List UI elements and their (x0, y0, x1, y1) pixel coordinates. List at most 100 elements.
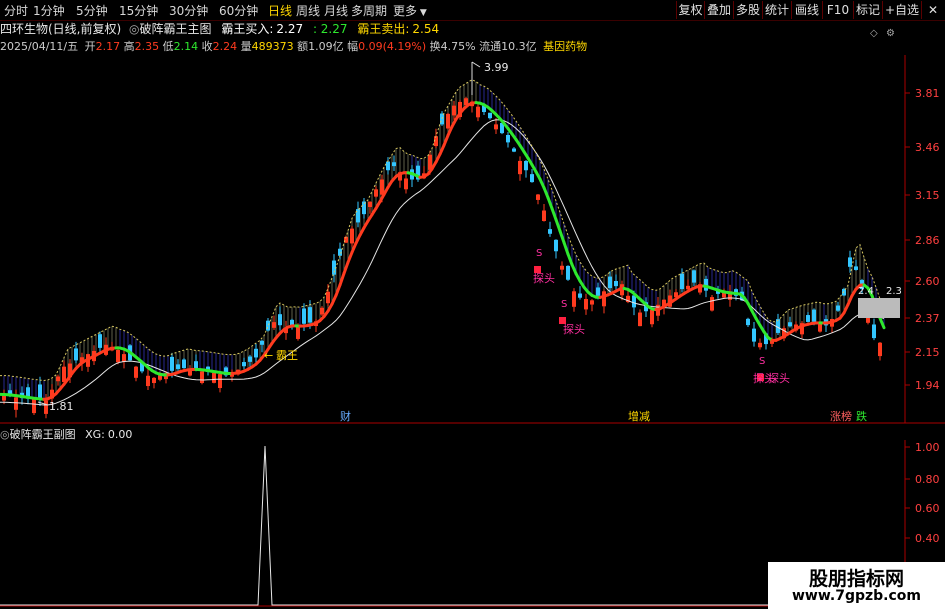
candle-body (32, 399, 36, 414)
candle-body (248, 356, 252, 362)
candle-body (566, 265, 570, 280)
candle-body (788, 322, 792, 327)
candle-body (380, 179, 384, 195)
candle-body (746, 318, 750, 326)
candle-body (446, 113, 450, 129)
candle-body (116, 349, 120, 363)
trend-segment (346, 250, 354, 264)
candle-body (302, 308, 306, 324)
candle-body (152, 377, 156, 384)
candle-body (476, 106, 480, 118)
trend-segment (442, 133, 450, 147)
candle-body (260, 340, 264, 345)
trend-segment (338, 271, 346, 287)
sub-y-tick-label: 1.00 (915, 441, 940, 454)
event-marker-finance[interactable]: 财 (340, 409, 351, 423)
candle-body (278, 314, 282, 326)
candle-body (134, 366, 138, 378)
trend-line (0, 101, 886, 401)
candle-body (812, 309, 816, 322)
y-tick-label: 3.46 (915, 141, 940, 154)
candle-body (212, 372, 216, 383)
candle-body (836, 305, 840, 311)
candle-body (776, 319, 780, 333)
dip-label: 探头 (533, 272, 555, 285)
candle-body (758, 342, 762, 348)
y-tick-label: 3.15 (915, 189, 940, 202)
main-kline-chart[interactable]: 3.81 3.46 3.15 2.86 2.60 2.37 2.15 1.94 1.00 0.8… (0, 0, 945, 609)
candle-body (506, 134, 510, 143)
sub-formula-name[interactable]: 破阵霸王副图 (10, 428, 76, 441)
candle-body (44, 400, 48, 414)
current-price-box (858, 298, 900, 318)
candlesticks (2, 96, 882, 419)
candle-body (638, 312, 642, 327)
candle-body (326, 291, 330, 304)
trend-segment (562, 240, 570, 256)
y-tick-label: 3.81 (915, 87, 940, 100)
candle-body (56, 376, 60, 382)
candle-body (578, 293, 582, 298)
candle-body (752, 328, 756, 342)
candle-body (488, 112, 492, 119)
signal-s: S (561, 299, 567, 310)
current-price-label-2: 2.3 (886, 286, 902, 297)
candle-body (404, 178, 408, 190)
trend-segment (342, 260, 350, 275)
candle-body (572, 291, 576, 307)
candle-body (368, 201, 372, 207)
candle-body (254, 348, 258, 358)
diamond-icon[interactable]: ◇ (870, 28, 878, 39)
candle-body (560, 265, 564, 270)
high-mark-tick (471, 61, 481, 68)
candle-body (806, 315, 810, 322)
candle-body (182, 359, 186, 369)
sub-y-tick-label: 0.40 (915, 532, 940, 545)
candle-body (680, 273, 684, 290)
event-marker-holding[interactable]: 增减 (628, 409, 650, 423)
candle-body (818, 323, 822, 332)
trend-segment (334, 283, 342, 297)
candle-body (350, 228, 354, 244)
candle-body (524, 160, 528, 171)
candle-body (602, 291, 606, 307)
buy-annotation-arrow: ← (264, 349, 273, 362)
dip-label: 探头 (768, 372, 790, 385)
watermark-url: www.7gpzb.com (791, 588, 921, 604)
candle-body (122, 354, 126, 362)
y-tick-label: 2.37 (915, 312, 940, 325)
gear-icon[interactable]: ⚙ (886, 28, 895, 39)
trend-segment (558, 229, 566, 244)
y-tick-label: 2.86 (915, 234, 940, 247)
candle-body (590, 300, 594, 305)
event-marker-list-up[interactable]: 涨榜 (830, 409, 852, 423)
sub-formula-icon[interactable]: ◎ (0, 428, 10, 441)
candle-body (866, 318, 870, 323)
sub-y-tick-label: 0.60 (915, 502, 940, 515)
candle-body (608, 276, 612, 289)
xg-label: XG: (85, 428, 105, 441)
event-marker-list-down[interactable]: 跌 (856, 409, 867, 423)
candle-body (614, 280, 618, 287)
trend-segment (542, 186, 550, 200)
candle-body (710, 297, 714, 311)
candle-body (440, 113, 444, 125)
long-ma-line (0, 119, 885, 406)
candle-body (512, 148, 516, 152)
candle-body (848, 257, 852, 267)
candle-body (542, 210, 546, 222)
candle-body (536, 194, 540, 200)
trend-segment (566, 252, 574, 267)
candle-body (272, 322, 276, 328)
candle-body (872, 324, 876, 339)
sub-y-axis: 1.000.800.600.400.20 (905, 441, 940, 575)
trend-segment (878, 316, 886, 330)
y-tick-label: 2.60 (915, 275, 940, 288)
candle-body (176, 364, 180, 369)
candle-body (386, 161, 390, 171)
low-mark-label: 1.81 (49, 400, 74, 413)
trend-segment (546, 196, 554, 211)
current-price-label: 2.4 (858, 286, 874, 297)
sub-y-tick-label: 0.80 (915, 473, 940, 486)
candle-body (266, 320, 270, 331)
